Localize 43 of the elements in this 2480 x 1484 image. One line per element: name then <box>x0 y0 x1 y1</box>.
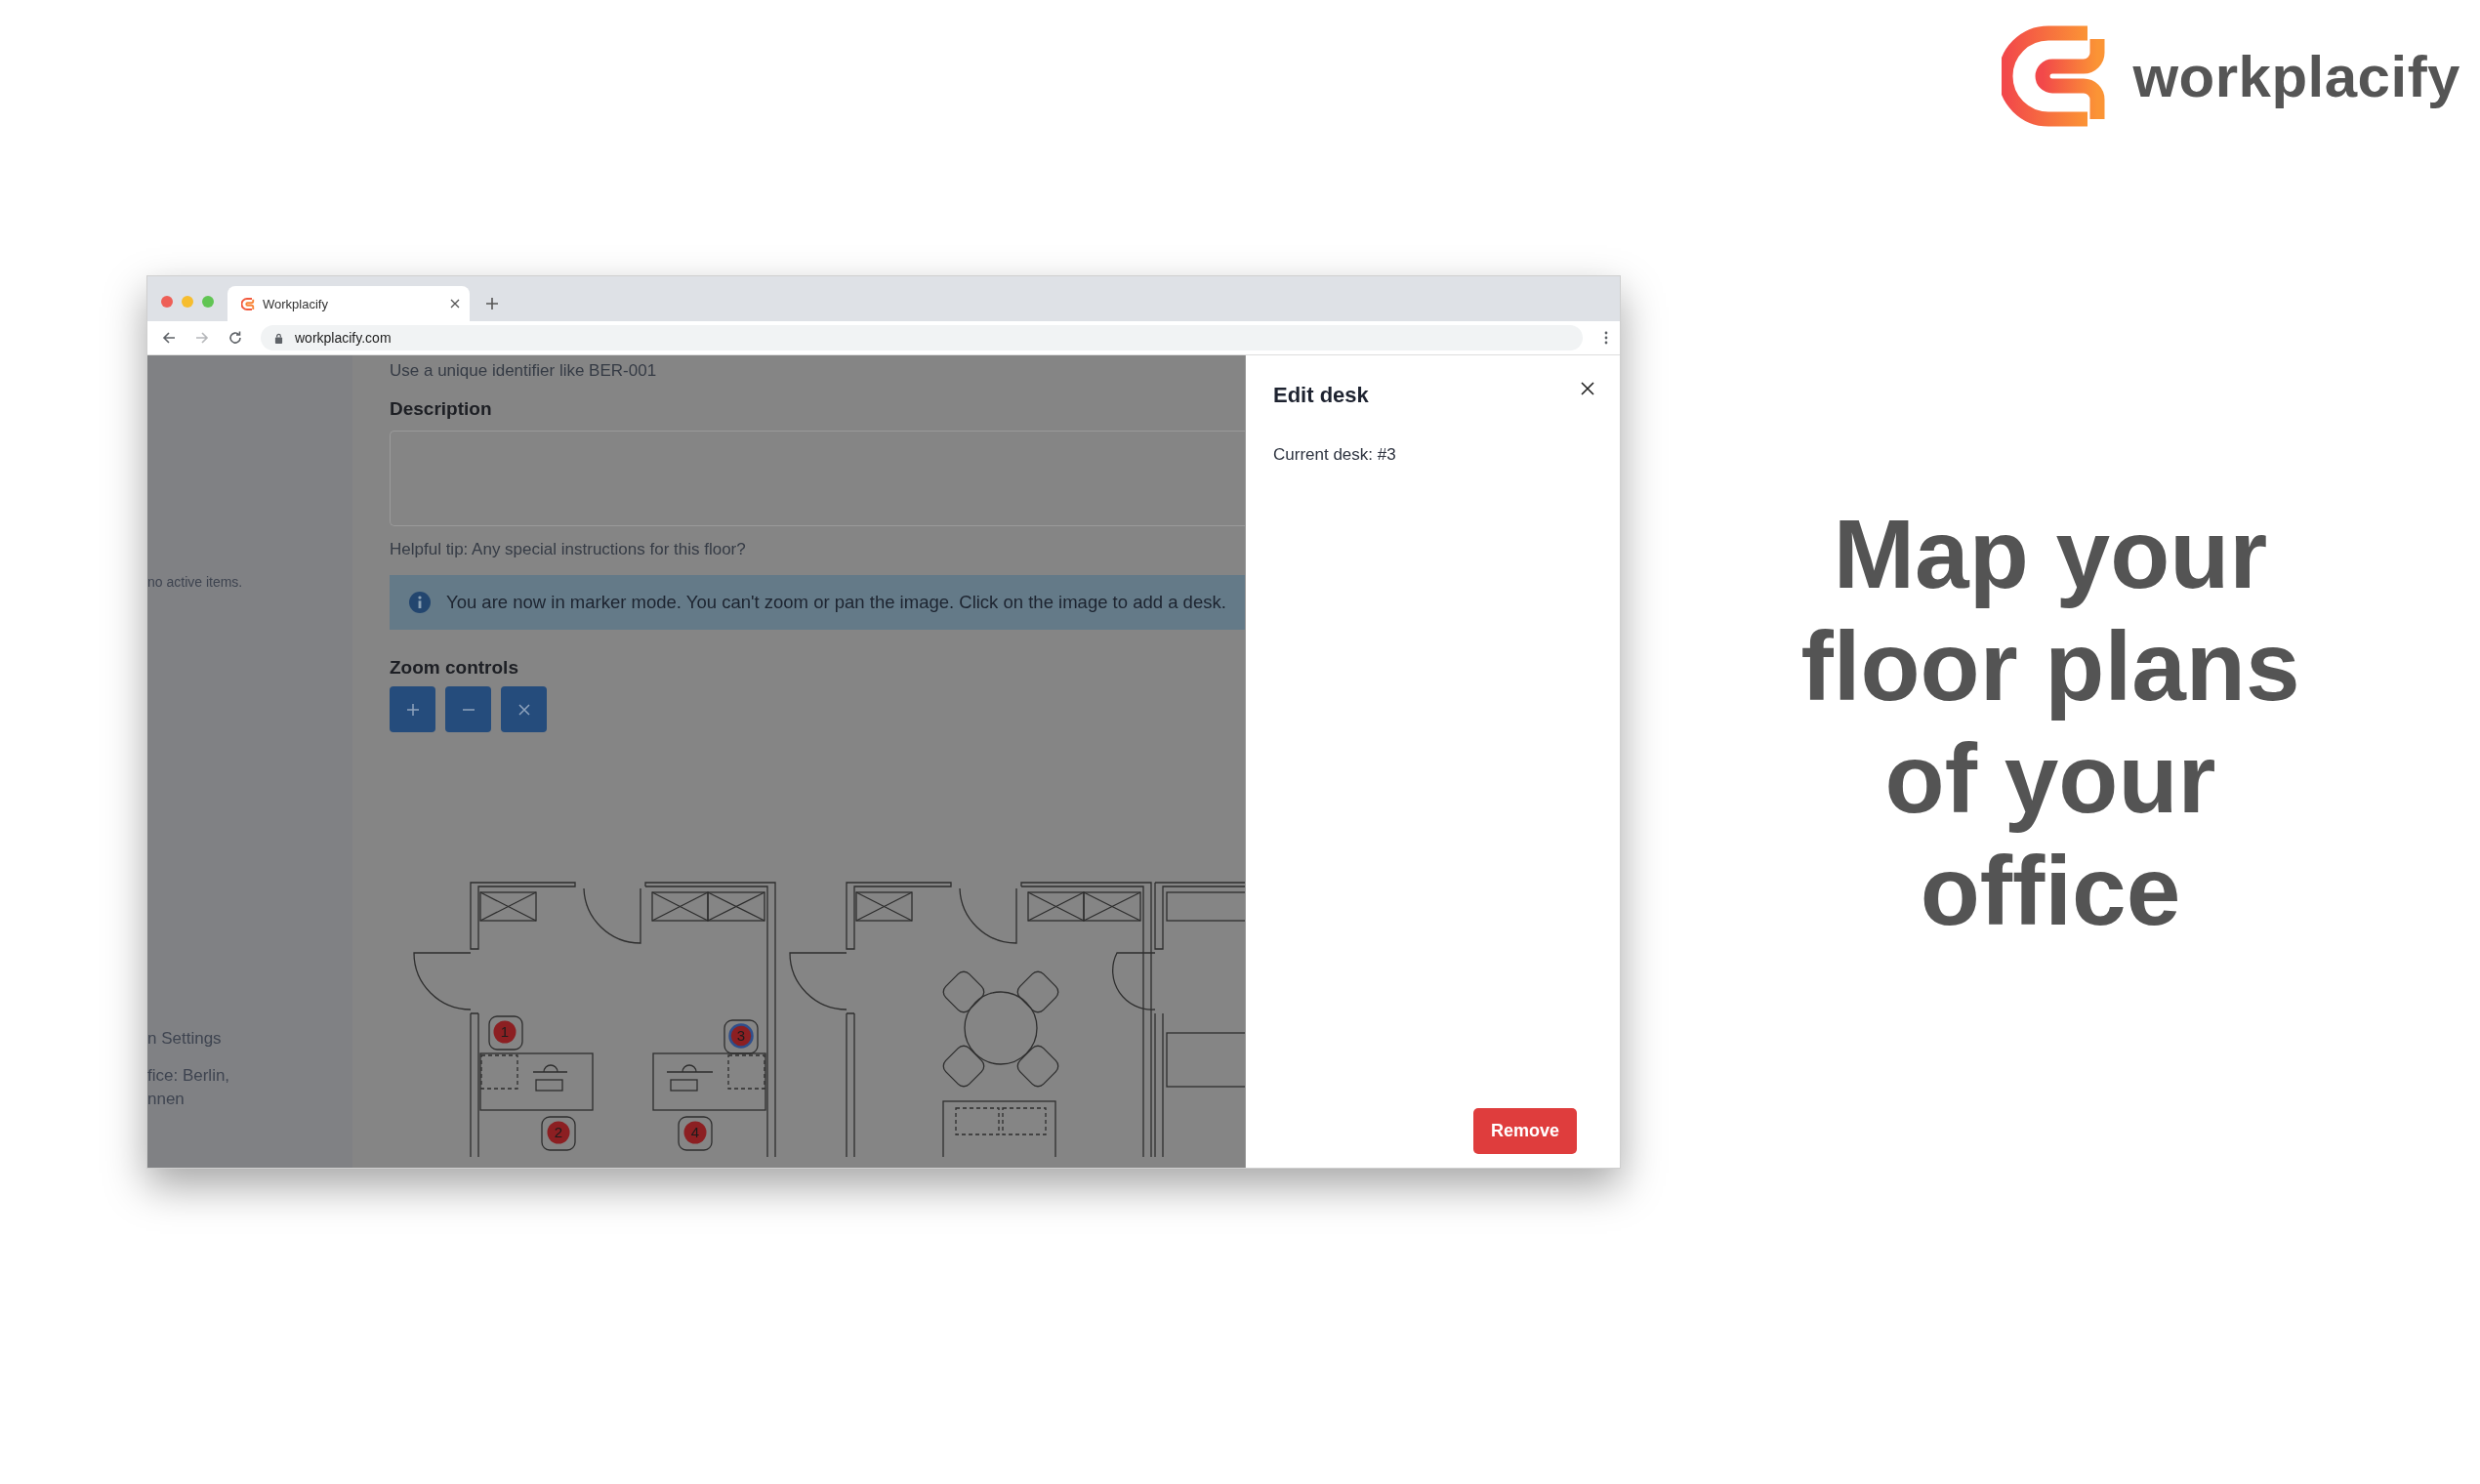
close-icon <box>517 702 531 717</box>
brand-name: workplacify <box>2132 42 2460 110</box>
field-hint: Use a unique identifier like BER-001 <box>390 361 657 381</box>
headline-line: of your <box>1884 722 2216 835</box>
panel-title: Edit desk <box>1273 383 1369 408</box>
new-tab-icon[interactable] <box>485 297 499 310</box>
desk-marker[interactable]: 2 <box>547 1121 570 1144</box>
back-arrow-icon[interactable] <box>161 330 177 346</box>
description-field[interactable] <box>390 431 1245 526</box>
headline-line: floor plans <box>1800 610 2300 722</box>
plus-icon <box>405 702 420 717</box>
zoom-in-button[interactable] <box>390 686 435 732</box>
field-label: Description <box>390 398 492 420</box>
alert-text: You are now in marker mode. You can't zoom or pan the image. Click on the image to add a desk. <box>446 592 1226 613</box>
current-desk-text: Current desk: #3 <box>1273 445 1397 465</box>
desk-marker[interactable]: 4 <box>683 1121 707 1144</box>
minus-icon <box>461 708 475 711</box>
close-window-dot[interactable] <box>161 296 173 308</box>
info-icon <box>409 592 431 613</box>
sidebar-note: no active items. <box>147 574 244 590</box>
minimize-window-dot[interactable] <box>182 296 193 308</box>
zoom-window-dot[interactable] <box>202 296 214 308</box>
favicon-icon <box>241 297 255 310</box>
headline-line: office <box>1920 835 2181 947</box>
forward-arrow-icon[interactable] <box>194 330 210 346</box>
more-menu-icon[interactable] <box>1604 331 1608 345</box>
reset-zoom-button[interactable] <box>501 686 547 732</box>
sidebar-text: nnen <box>147 1089 186 1110</box>
section-label: Zoom controls <box>390 657 518 679</box>
sidebar-text: fice: Berlin, <box>147 1065 231 1087</box>
reload-icon[interactable] <box>227 330 243 346</box>
lock-icon <box>274 332 283 344</box>
close-icon[interactable] <box>1581 382 1594 395</box>
url-field[interactable]: workplacify.com <box>261 325 1583 350</box>
browser-tab[interactable]: Workplacify <box>227 286 470 321</box>
close-icon[interactable] <box>450 299 460 309</box>
remove-button[interactable]: Remove <box>1472 1108 1577 1154</box>
headline-line: Map your <box>1833 498 2268 610</box>
sidebar-text: n Settings <box>147 1028 223 1050</box>
tab-title: Workplacify <box>263 296 329 311</box>
field-hint: Helpful tip: Any special instructions for this floor? <box>390 540 746 559</box>
desk-marker[interactable]: 3 <box>728 1023 754 1049</box>
desk-marker[interactable]: 1 <box>493 1020 517 1044</box>
